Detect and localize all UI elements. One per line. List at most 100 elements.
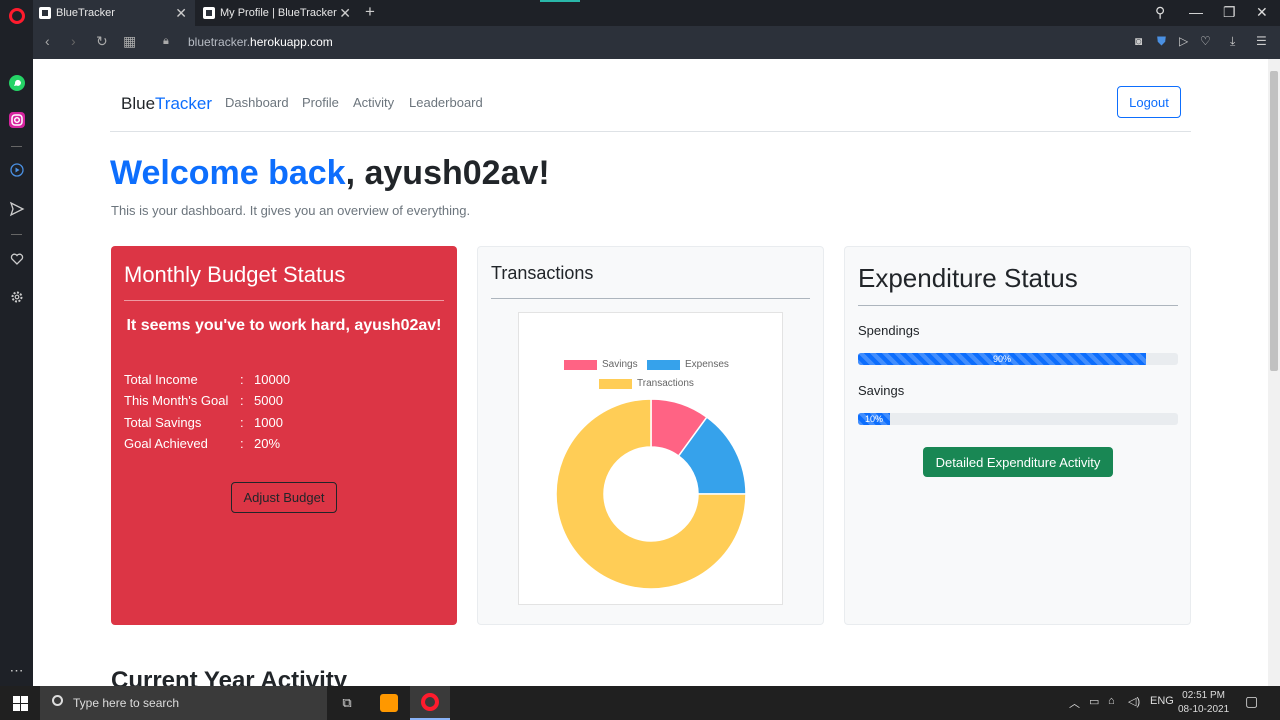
- easy-setup-icon[interactable]: ☰: [1256, 34, 1267, 48]
- page-favicon-icon: [39, 7, 51, 19]
- snapshot-camera-icon[interactable]: ◙: [1135, 34, 1142, 48]
- opera-menu-button[interactable]: [0, 4, 33, 28]
- brand-part1: Blue: [121, 94, 156, 113]
- network-icon[interactable]: ⌂: [1108, 695, 1115, 707]
- expenditure-card-title: Expenditure Status: [858, 263, 1078, 293]
- url-prefix: bluetracker.: [188, 35, 251, 49]
- close-window-icon[interactable]: ✕: [1256, 4, 1268, 21]
- back-icon[interactable]: ‹: [45, 33, 50, 49]
- stat-label: This Month's Goal: [124, 393, 229, 408]
- url-domain: herokuapp.com: [250, 35, 333, 49]
- site-brand[interactable]: BlueTracker: [121, 94, 212, 114]
- donut-chart-svg: [555, 398, 747, 590]
- expenditure-card: Expenditure Status Spendings 90% Savings…: [844, 246, 1191, 625]
- lock-icon: 🔒︎: [163, 35, 169, 47]
- adblock-shield-icon[interactable]: ⛊: [1157, 34, 1166, 49]
- stat-label: Total Savings: [124, 415, 202, 430]
- tab-close-icon[interactable]: ✕: [339, 5, 351, 22]
- download-icon[interactable]: ⤓: [1230, 34, 1235, 49]
- spendings-progress-fill: 90%: [858, 353, 1146, 365]
- send-icon[interactable]: [0, 197, 33, 221]
- reload-icon[interactable]: ↻: [96, 33, 108, 50]
- transactions-card-title: Transactions: [491, 263, 594, 283]
- sublime-text-icon[interactable]: [369, 686, 409, 720]
- nav-profile[interactable]: Profile: [302, 95, 339, 110]
- instagram-icon[interactable]: [0, 108, 33, 132]
- battery-icon[interactable]: ▭: [1089, 695, 1099, 708]
- web-page: BlueTracker Dashboard Profile Activity L…: [33, 59, 1268, 686]
- more-options-icon[interactable]: ⋯: [0, 658, 33, 682]
- logout-button[interactable]: Logout: [1117, 86, 1181, 118]
- clock-time: 02:51 PM: [1182, 690, 1225, 701]
- clock-date: 08-10-2021: [1178, 704, 1230, 715]
- page-lead: This is your dashboard. It gives you an …: [111, 203, 471, 218]
- nav-leaderboard[interactable]: Leaderboard: [409, 95, 483, 110]
- tab-title: BlueTracker: [56, 7, 115, 19]
- spendings-label: Spendings: [858, 323, 920, 338]
- language-indicator[interactable]: ENG: [1150, 695, 1174, 707]
- page-scrollbar[interactable]: [1268, 59, 1280, 686]
- windows-taskbar: Type here to search ⧉ ︿ ▭ ⌂ ◁) ENG 02:51…: [0, 686, 1280, 720]
- card-divider: [491, 298, 810, 299]
- stat-sep: :: [240, 415, 244, 430]
- system-clock[interactable]: 02:51 PM 08-10-2021: [1178, 689, 1229, 717]
- username-text: , ayush02av!: [345, 154, 550, 192]
- tab-bluetracker[interactable]: BlueTracker ✕: [33, 0, 195, 26]
- task-view-icon[interactable]: ⧉: [327, 686, 367, 720]
- transactions-card: Transactions Savings Expenses Transactio…: [477, 246, 824, 625]
- notifications-icon[interactable]: ▢: [1245, 693, 1258, 710]
- bookmark-heart-icon[interactable]: ♡: [1200, 34, 1211, 48]
- site-navbar: BlueTracker Dashboard Profile Activity L…: [110, 86, 1191, 132]
- page-title: Welcome back, ayush02av!: [110, 154, 550, 193]
- url-field[interactable]: bluetracker.herokuapp.com: [188, 35, 333, 49]
- taskbar-search-box[interactable]: Type here to search: [40, 686, 327, 720]
- show-hidden-icons-icon[interactable]: ︿: [1069, 695, 1080, 711]
- stat-label: Goal Achieved: [124, 436, 208, 451]
- windows-start-icon[interactable]: [0, 686, 40, 720]
- minimize-icon[interactable]: —: [1189, 4, 1203, 20]
- settings-gear-icon[interactable]: [0, 285, 33, 309]
- restore-window-icon[interactable]: ❐: [1223, 4, 1236, 21]
- brand-part2: Tracker: [155, 94, 213, 113]
- card-divider: [858, 305, 1178, 306]
- stat-row: Total Savings:1000: [124, 415, 283, 430]
- savings-progress: 10%: [858, 413, 1178, 425]
- tab-indicator: [540, 0, 580, 2]
- search-placeholder: Type here to search: [73, 696, 180, 710]
- opera-taskbar-icon[interactable]: [410, 686, 450, 720]
- volume-icon[interactable]: ◁): [1128, 695, 1140, 708]
- send-to-flow-icon[interactable]: ▷: [1179, 34, 1188, 48]
- player-icon[interactable]: [0, 158, 33, 182]
- section-heading: Current Year Activity: [111, 667, 348, 686]
- adjust-budget-button[interactable]: Adjust Budget: [231, 482, 337, 513]
- whatsapp-icon[interactable]: [0, 71, 33, 95]
- tab-close-icon[interactable]: ✕: [175, 5, 187, 22]
- stat-row: This Month's Goal:5000: [124, 393, 283, 408]
- card-divider: [124, 300, 444, 301]
- forward-icon[interactable]: ›: [71, 33, 76, 49]
- new-tab-plus-icon[interactable]: +: [365, 2, 375, 22]
- tab-title: My Profile | BlueTracker: [220, 7, 337, 19]
- nav-dashboard[interactable]: Dashboard: [225, 95, 289, 110]
- nav-activity[interactable]: Activity: [353, 95, 394, 110]
- tab-my-profile[interactable]: My Profile | BlueTracker ✕: [197, 0, 359, 26]
- heart-icon[interactable]: [0, 247, 33, 271]
- budget-message: It seems you've to work hard, ayush02av!: [126, 317, 442, 334]
- opera-sidebar: ⋯: [0, 0, 33, 686]
- tab-strip: BlueTracker ✕ My Profile | BlueTracker ✕…: [33, 0, 1280, 26]
- detailed-expenditure-button[interactable]: Detailed Expenditure Activity: [923, 447, 1113, 477]
- search-tabs-icon[interactable]: ⚲: [1155, 4, 1165, 21]
- stat-sep: :: [240, 393, 244, 408]
- page-favicon-icon: [203, 7, 215, 19]
- stat-row: Total Income:10000: [124, 372, 290, 387]
- speed-dial-icon[interactable]: ▦: [123, 33, 136, 50]
- scrollbar-thumb[interactable]: [1270, 71, 1278, 371]
- savings-label: Savings: [858, 383, 905, 398]
- spendings-progress: 90%: [858, 353, 1178, 365]
- opera-logo-icon: [8, 8, 25, 24]
- stat-row: Goal Achieved:20%: [124, 436, 280, 451]
- stat-value: 5000: [254, 393, 283, 408]
- budget-card-title: Monthly Budget Status: [124, 262, 346, 287]
- address-bar: ‹ › ↻ ▦ 🔒︎ bluetracker.herokuapp.com ◙ ⛊…: [33, 26, 1280, 59]
- search-icon: [52, 695, 63, 706]
